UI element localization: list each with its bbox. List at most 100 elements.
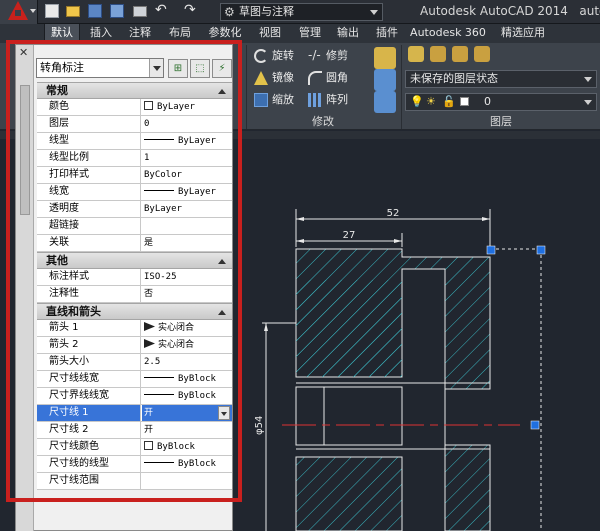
title-bar: ↶ ↷ ⚙ 草图与注释 Autodesk AutoCAD 2014 autoca… — [0, 0, 600, 24]
color-swatch-icon — [460, 97, 469, 106]
layer-state-dropdown[interactable]: 未保存的图层状态 — [405, 70, 597, 88]
property-value[interactable]: 实心闭合 — [142, 320, 232, 336]
property-value[interactable] — [142, 473, 232, 489]
layer-icon[interactable] — [474, 46, 490, 62]
chevron-down-icon — [584, 77, 592, 82]
property-row[interactable]: 箭头 1 实心闭合 — [37, 320, 232, 337]
property-row[interactable]: 超链接 — [37, 218, 232, 235]
rotate-button[interactable]: 旋转 — [252, 47, 294, 65]
layer-properties-icon[interactable] — [408, 46, 424, 62]
tab-10[interactable]: 精选应用 — [492, 24, 554, 43]
layer-icon[interactable] — [430, 46, 446, 62]
open-folder-icon[interactable] — [66, 6, 80, 17]
gear-icon: ⚙ — [224, 5, 235, 19]
tab-3[interactable]: 布局 — [162, 24, 198, 43]
property-value[interactable]: ByBlock — [142, 439, 232, 455]
property-row[interactable]: 尺寸线范围 — [37, 473, 232, 490]
tab-7[interactable]: 输出 — [330, 24, 366, 43]
select-objects-button[interactable]: ⬚ — [190, 59, 210, 78]
property-row[interactable]: 线型比例 1 — [37, 150, 232, 167]
property-value[interactable]: 是 — [142, 235, 232, 251]
quick-select-button[interactable]: ⚡ — [212, 59, 232, 78]
property-value[interactable]: ByLayer — [142, 99, 232, 115]
undo-icon[interactable]: ↶ — [155, 3, 171, 17]
property-row[interactable]: 透明度 ByLayer — [37, 201, 232, 218]
tab-6[interactable]: 管理 — [292, 24, 328, 43]
current-layer-dropdown[interactable]: 💡 ☀ 🔓 0 — [405, 93, 597, 111]
property-row[interactable]: 尺寸线 2开 — [37, 422, 232, 439]
property-value[interactable]: ByBlock — [142, 388, 232, 404]
property-row[interactable]: 图层 0 — [37, 116, 232, 133]
toggle-pickadd-button[interactable]: ⊞ — [168, 59, 188, 78]
chevron-down-icon[interactable] — [218, 406, 230, 420]
property-value[interactable]: ISO-25 — [142, 269, 232, 285]
array-button[interactable]: 阵列 — [306, 91, 348, 109]
property-row[interactable]: 尺寸线颜色 ByBlock — [37, 439, 232, 456]
workspace-switcher[interactable]: ⚙ 草图与注释 — [220, 3, 383, 21]
stretch-icon[interactable] — [374, 91, 396, 113]
copy-icon[interactable] — [374, 69, 396, 91]
save-icon[interactable] — [88, 4, 102, 18]
redo-icon[interactable]: ↷ — [184, 3, 200, 17]
property-value-text: 实心闭合 — [158, 340, 195, 350]
property-section-header[interactable]: 常规 — [37, 82, 232, 99]
property-value[interactable]: 1 — [142, 150, 232, 166]
tab-8[interactable]: 插件 — [370, 24, 404, 43]
new-file-icon[interactable] — [45, 4, 59, 18]
property-row[interactable]: 尺寸线线宽 ByBlock — [37, 371, 232, 388]
hatch-region — [295, 456, 403, 531]
property-row[interactable]: 尺寸线 1开 — [37, 405, 232, 422]
property-row[interactable]: 尺寸线的线型 ByBlock — [37, 456, 232, 473]
mirror-button[interactable]: 镜像 — [252, 69, 294, 87]
property-value[interactable]: 否 — [142, 286, 232, 302]
properties-palette: ✕ 转角标注 ⊞ ⬚ ⚡ 常规 颜色 ByLayer 图层 0 线型 ByLayer 线型比例… — [15, 44, 233, 531]
tab-5[interactable]: 视图 — [252, 24, 288, 43]
edit-icon[interactable] — [374, 47, 396, 69]
scale-button[interactable]: 缩放 — [252, 91, 294, 109]
layer-icon[interactable] — [452, 46, 468, 62]
property-value[interactable]: 0 — [142, 116, 232, 132]
property-value[interactable]: ByBlock — [142, 371, 232, 387]
property-row[interactable]: 箭头大小 2.5 — [37, 354, 232, 371]
tab-4[interactable]: 参数化 — [202, 24, 248, 43]
fillet-button[interactable]: 圆角 — [306, 69, 348, 87]
save-as-icon[interactable] — [110, 4, 124, 18]
grip-handle — [486, 245, 496, 255]
property-value[interactable] — [142, 218, 232, 234]
property-value[interactable]: 开 — [142, 422, 232, 438]
property-value[interactable]: 实心闭合 — [142, 337, 232, 353]
property-row[interactable]: 关联是 — [37, 235, 232, 252]
property-value[interactable]: ByLayer — [142, 133, 232, 149]
property-value[interactable]: ByLayer — [142, 201, 232, 217]
property-section-header[interactable]: 其他 — [37, 252, 232, 269]
property-value-text: ByBlock — [178, 374, 216, 384]
property-row[interactable]: 标注样式 ISO-25 — [37, 269, 232, 286]
tab-1[interactable]: 插入 — [84, 24, 118, 43]
property-row[interactable]: 线宽 ByLayer — [37, 184, 232, 201]
property-row[interactable]: 尺寸界线线宽 ByBlock — [37, 388, 232, 405]
print-icon[interactable] — [133, 6, 147, 17]
property-name: 尺寸线颜色 — [37, 439, 141, 455]
object-type-dropdown[interactable]: 转角标注 — [36, 58, 164, 78]
trim-button[interactable]: -/- 修剪 — [306, 47, 348, 65]
property-row[interactable]: 注释性否 — [37, 286, 232, 303]
property-value[interactable]: ByColor — [142, 167, 232, 183]
property-value[interactable]: 2.5 — [142, 354, 232, 370]
chevron-down-icon — [370, 10, 378, 15]
property-row[interactable]: 打印样式 ByColor — [37, 167, 232, 184]
tab-9[interactable]: Autodesk 360 — [408, 24, 488, 43]
property-value[interactable]: 开 — [142, 405, 232, 421]
close-icon[interactable]: ✕ — [19, 46, 28, 59]
palette-scroll-handle[interactable] — [20, 85, 30, 215]
tab-0[interactable]: 默认 — [44, 24, 80, 43]
application-menu-button[interactable] — [0, 0, 38, 24]
property-row[interactable]: 颜色 ByLayer — [37, 99, 232, 116]
property-section-header[interactable]: 直线和箭头 — [37, 303, 232, 320]
palette-title-strip[interactable]: ✕ — [16, 45, 34, 531]
property-value[interactable]: ByBlock — [142, 456, 232, 472]
dim-overall-label: 52 — [387, 208, 400, 219]
property-value[interactable]: ByLayer — [142, 184, 232, 200]
property-row[interactable]: 线型 ByLayer — [37, 133, 232, 150]
tab-2[interactable]: 注释 — [122, 24, 158, 43]
property-row[interactable]: 箭头 2 实心闭合 — [37, 337, 232, 354]
